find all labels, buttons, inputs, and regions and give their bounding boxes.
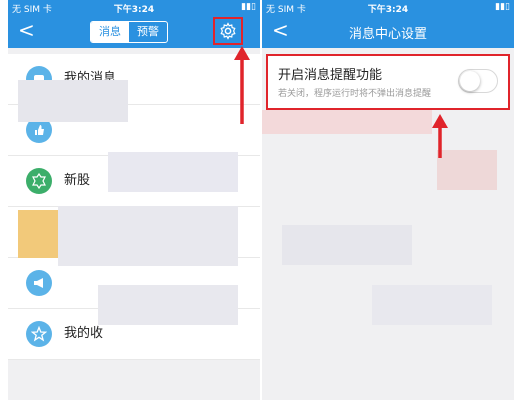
- nav-bar: < 消息中心设置: [262, 15, 514, 48]
- messages-screen: 无 SIM 卡 下午3:24 ▮▮▯ < 消息 预警 我的消息 新股 我的收: [8, 0, 260, 400]
- annotation-arrow-icon: [234, 46, 250, 124]
- setting-title: 开启消息提醒功能: [278, 68, 383, 83]
- mosaic-overlay: [282, 225, 412, 265]
- item-label: 新股: [64, 173, 91, 188]
- message-settings-screen: 无 SIM 卡 下午3:24 ▮▮▯ < 消息中心设置 开启消息提醒功能 若关闭…: [262, 0, 514, 400]
- status-time: 下午3:24: [113, 5, 155, 15]
- setting-row: 开启消息提醒功能 若关闭，程序运行时将不弹出消息提醒: [266, 54, 510, 110]
- annotation-arrow-icon: [432, 114, 448, 158]
- mosaic-overlay: [18, 210, 58, 258]
- status-bar: 无 SIM 卡 下午3:24 ▮▮▯: [262, 0, 514, 15]
- page-title: 消息中心设置: [348, 27, 427, 42]
- mosaic-overlay: [262, 110, 432, 134]
- mosaic-overlay: [372, 285, 492, 325]
- battery-icon: ▮▮▯: [241, 2, 256, 12]
- notification-toggle[interactable]: [458, 69, 498, 93]
- status-bar: 无 SIM 卡 下午3:24 ▮▮▯: [8, 0, 260, 15]
- status-time: 下午3:24: [367, 5, 409, 15]
- settings-button[interactable]: [213, 17, 243, 45]
- mosaic-overlay: [58, 206, 238, 266]
- battery-icon: ▮▮▯: [495, 2, 510, 12]
- mosaic-overlay: [98, 285, 238, 325]
- mosaic-overlay: [108, 152, 238, 192]
- setting-description: 若关闭，程序运行时将不弹出消息提醒: [278, 89, 432, 99]
- segment-control: 消息 预警: [90, 21, 168, 43]
- nav-bar: < 消息 预警: [8, 15, 260, 48]
- toggle-knob: [460, 71, 480, 91]
- gear-icon: [220, 22, 236, 40]
- back-icon[interactable]: <: [18, 20, 35, 40]
- star-icon: [26, 321, 52, 347]
- mosaic-overlay: [18, 80, 128, 122]
- megaphone-icon: [26, 270, 52, 296]
- new-icon: [26, 168, 52, 194]
- tab-messages[interactable]: 消息: [91, 22, 129, 42]
- tab-alerts[interactable]: 预警: [129, 22, 167, 42]
